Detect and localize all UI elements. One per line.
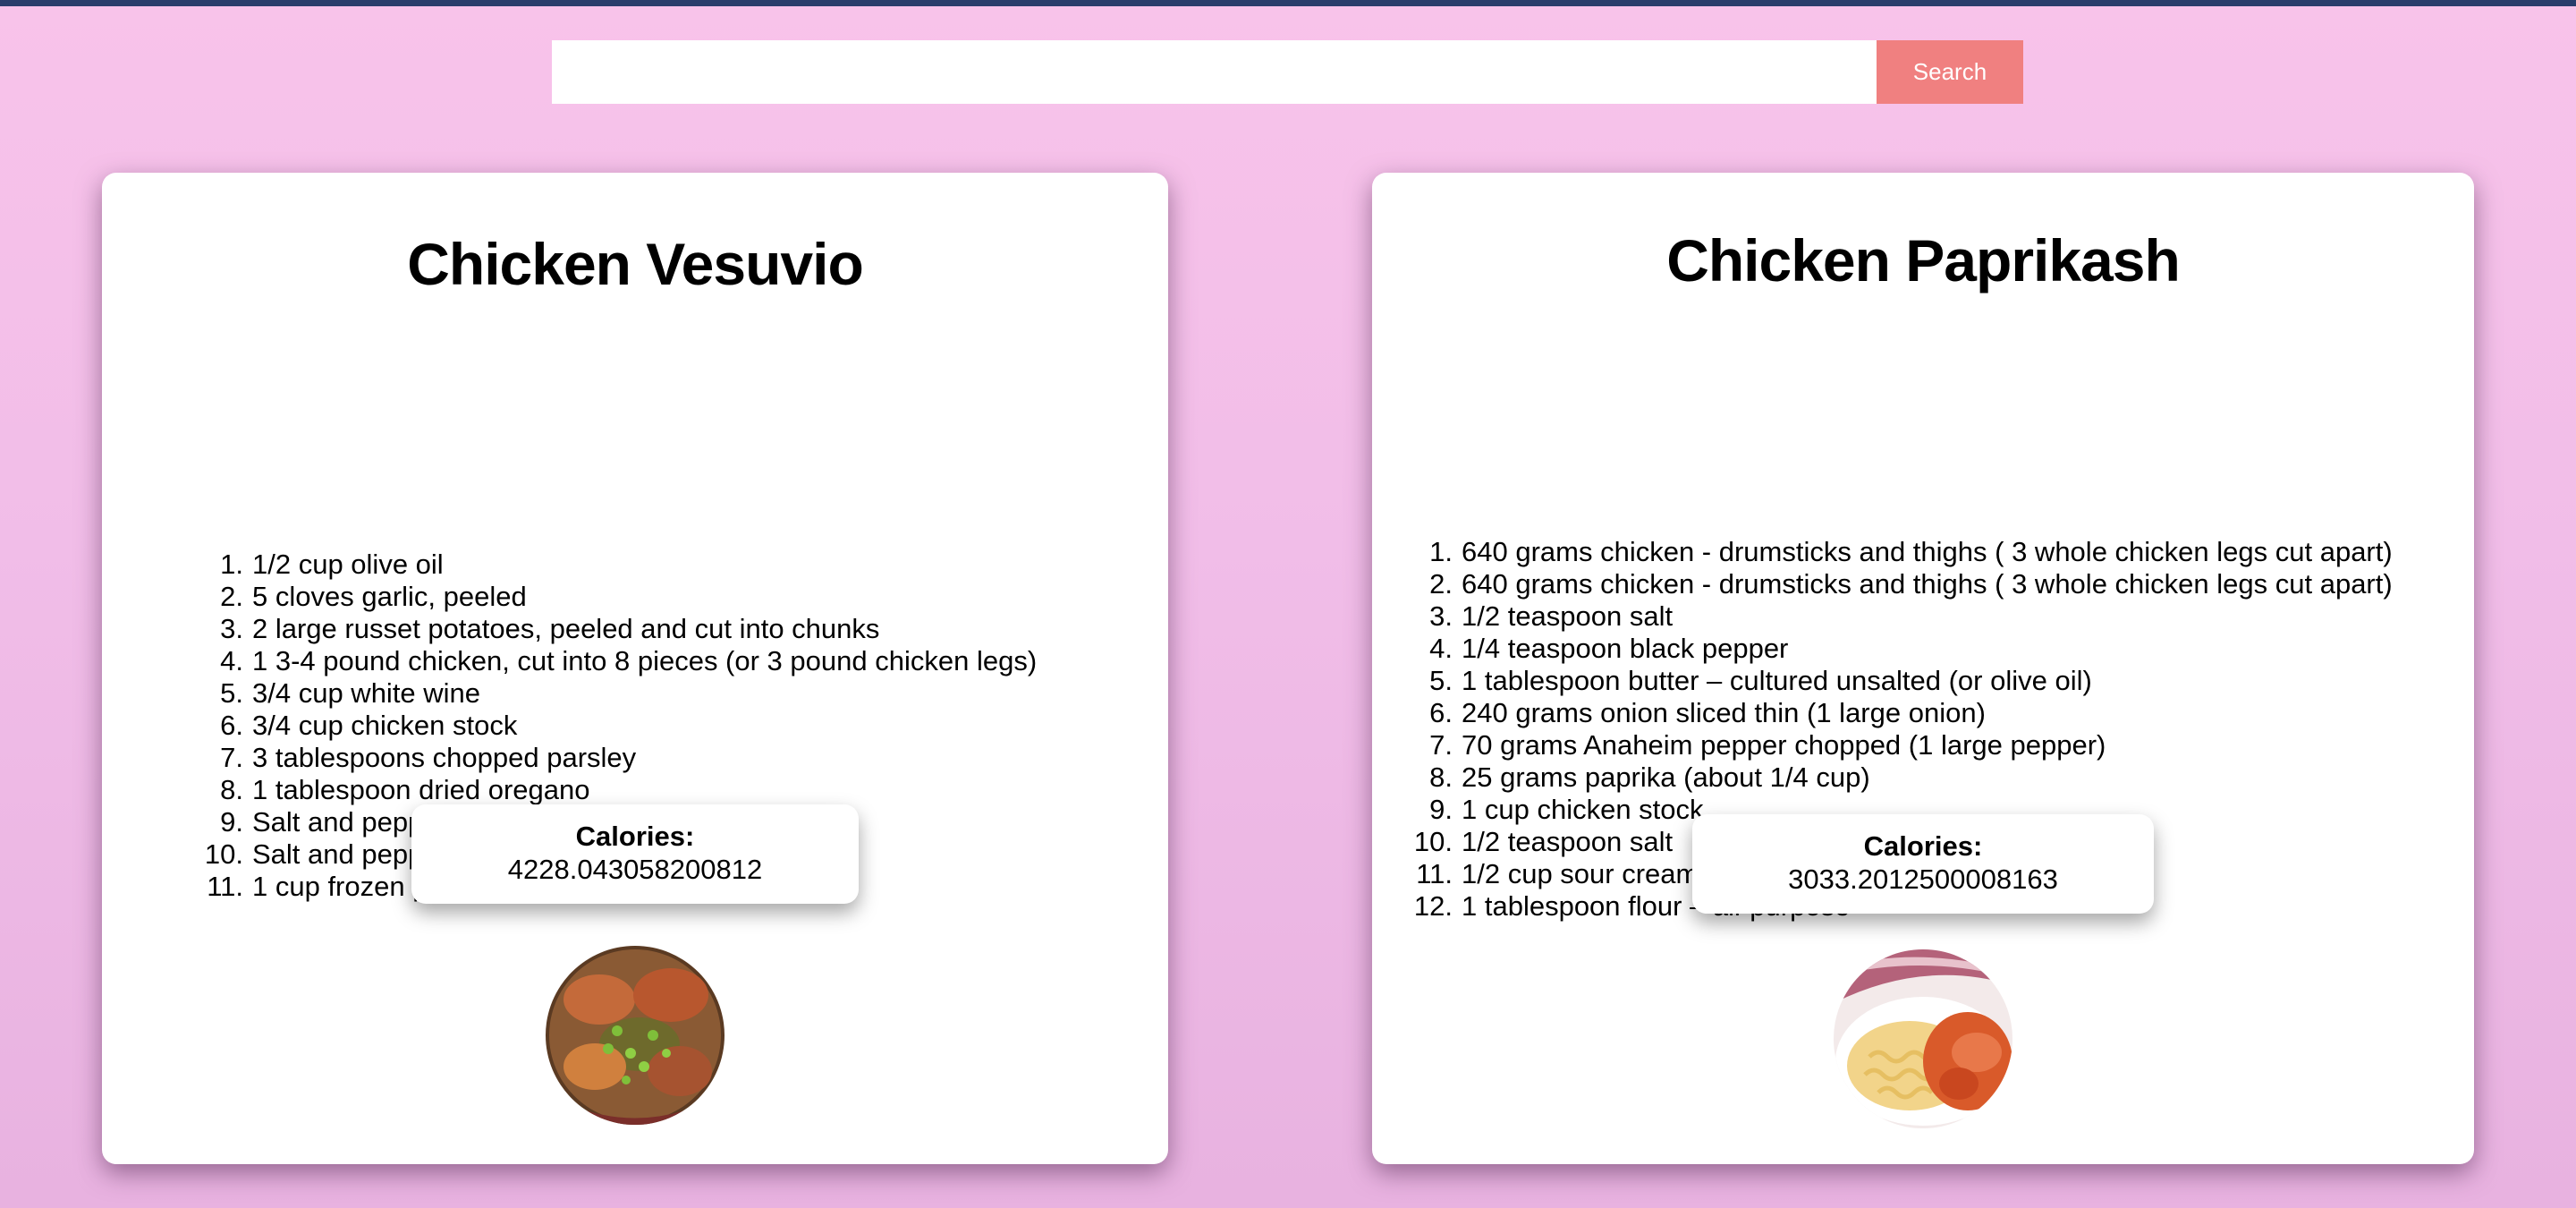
recipe-photo xyxy=(1834,949,2012,1128)
ingredient-item: 1 3-4 pound chicken, cut into 8 pieces (… xyxy=(220,645,1038,677)
top-bar xyxy=(0,0,2576,6)
recipe-photo-image xyxy=(546,946,724,1125)
ingredient-item: 2 large russet potatoes, peeled and cut … xyxy=(220,613,880,645)
ingredient-item: 3/4 cup white wine xyxy=(220,677,481,710)
search-bar: Search xyxy=(552,40,2023,104)
calories-value: 3033.2012500008163 xyxy=(1788,863,2058,895)
ingredient-item: 1 tablespoon dried oregano xyxy=(220,774,590,806)
calories-badge: Calories: 3033.2012500008163 xyxy=(1692,814,2154,914)
ingredient-item: 1/2 cup olive oil xyxy=(220,549,444,581)
recipe-card-chicken-paprikash: Chicken Paprikash 640 grams chicken - dr… xyxy=(1372,173,2474,1164)
ingredient-item: 640 grams chicken - drumsticks and thigh… xyxy=(1429,568,2393,600)
search-input[interactable] xyxy=(552,40,1877,104)
recipe-photo-image xyxy=(1834,949,2012,1128)
recipe-title: Chicken Paprikash xyxy=(1666,227,2181,293)
ingredient-item: 3/4 cup chicken stock xyxy=(220,710,518,742)
calories-badge: Calories: 4228.043058200812 xyxy=(411,804,859,904)
ingredient-item: 25 grams paprika (about 1/4 cup) xyxy=(1429,761,1870,794)
calories-label: Calories: xyxy=(1863,830,1983,862)
search-button[interactable]: Search xyxy=(1877,40,2023,104)
ingredient-item: 1/2 teaspoon salt xyxy=(1429,600,1674,633)
ingredient-item: 240 grams onion sliced thin (1 large oni… xyxy=(1429,697,1986,729)
recipe-title: Chicken Vesuvio xyxy=(407,231,864,297)
ingredient-item: 70 grams Anaheim pepper chopped (1 large… xyxy=(1429,729,2106,761)
ingredient-item: 3 tablespoons chopped parsley xyxy=(220,742,637,774)
ingredient-item: 1/4 teaspoon black pepper xyxy=(1429,633,1789,665)
calories-value: 4228.043058200812 xyxy=(507,854,763,885)
ingredient-item: 1 tablespoon butter – cultured unsalted … xyxy=(1429,665,2092,697)
recipe-card-chicken-vesuvio: Chicken Vesuvio 1/2 cup olive oil 5 clov… xyxy=(102,173,1168,1164)
ingredient-item: 640 grams chicken - drumsticks and thigh… xyxy=(1429,536,2393,568)
calories-label: Calories: xyxy=(575,821,695,852)
recipe-photo xyxy=(546,946,724,1125)
ingredient-item: 5 cloves garlic, peeled xyxy=(220,581,527,613)
